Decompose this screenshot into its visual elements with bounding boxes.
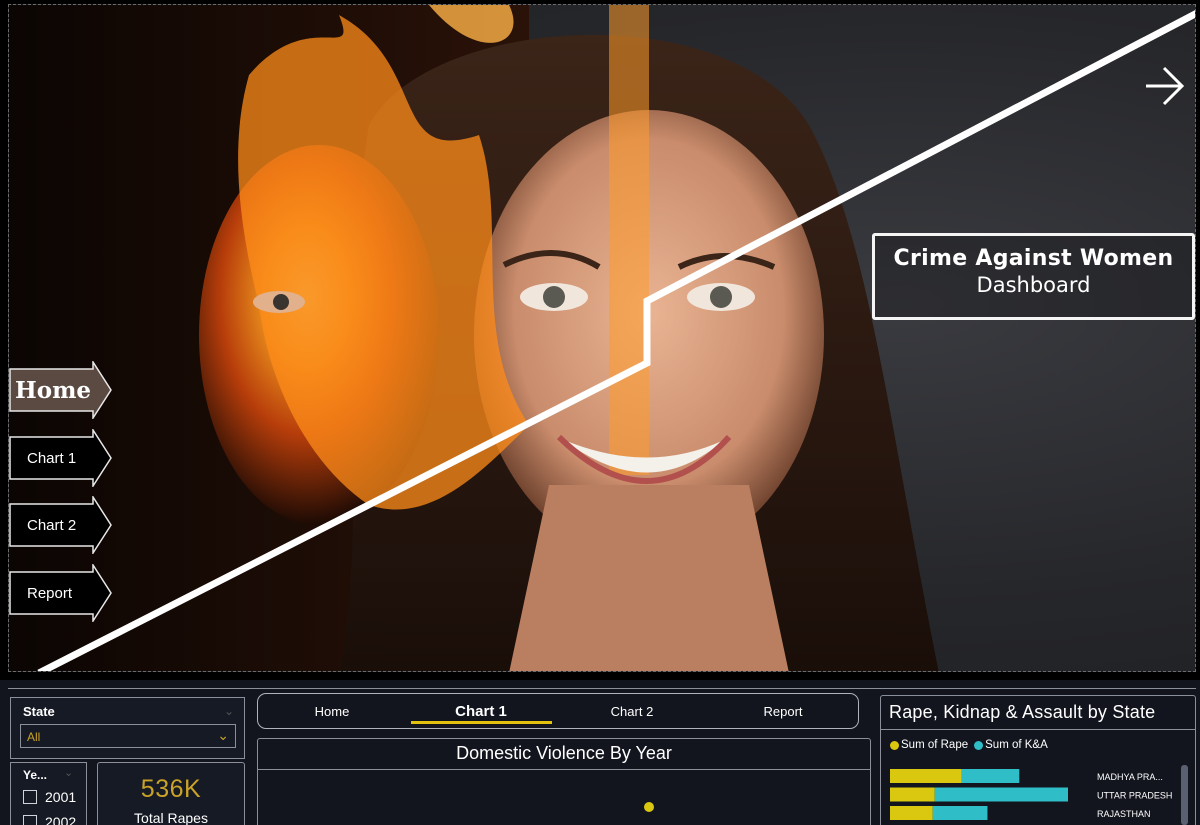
hero-artwork bbox=[9, 5, 939, 671]
chevron-down-icon[interactable]: ⌄ bbox=[64, 766, 73, 779]
checkbox[interactable] bbox=[23, 815, 37, 825]
kpi-label: Total Rapes bbox=[134, 810, 208, 825]
bar-segment[interactable] bbox=[890, 806, 933, 820]
nav-home-button[interactable]: Home bbox=[9, 361, 113, 419]
total-rapes-card: 536K Total Rapes bbox=[97, 762, 245, 825]
year-option-label: 2002 bbox=[45, 814, 77, 825]
state-slicer: State ⌄ All ⌄ bbox=[10, 697, 245, 759]
category-label: RAJASTHAN bbox=[1097, 809, 1151, 819]
hero-image-frame bbox=[8, 4, 1196, 672]
data-point[interactable] bbox=[644, 802, 654, 812]
year-option[interactable]: 2001 bbox=[23, 789, 76, 805]
nav-report-label: Report bbox=[27, 584, 73, 602]
year-slicer-title: Ye... bbox=[23, 768, 48, 782]
legend-label: Sum of K&A bbox=[985, 739, 1048, 751]
active-tab-indicator bbox=[411, 721, 552, 724]
arrow-right-icon[interactable] bbox=[1140, 62, 1188, 110]
dashboard-subtitle: Dashboard bbox=[976, 273, 1091, 297]
divider bbox=[881, 729, 1195, 730]
page-tab-bar: Home Chart 1 Chart 2 Report bbox=[257, 693, 859, 729]
nav-chart1-label: Chart 1 bbox=[27, 449, 77, 467]
tab-report[interactable]: Report bbox=[708, 694, 858, 728]
nav-chart2-label: Chart 2 bbox=[27, 516, 77, 534]
category-label: MADHYA PRA... bbox=[1097, 772, 1163, 782]
hero-banner: Crime Against Women Dashboard Home Chart… bbox=[0, 0, 1200, 680]
bar-segment[interactable] bbox=[961, 769, 1020, 783]
state-bar-chart: Rape, Kidnap & Assault by State Sum of R… bbox=[880, 695, 1196, 825]
nav-report-button[interactable]: Report bbox=[9, 564, 113, 622]
legend-label: Sum of Rape bbox=[901, 739, 969, 751]
state-dropdown-value: All bbox=[27, 730, 41, 744]
nav-chart2-button[interactable]: Chart 2 bbox=[9, 496, 113, 554]
bar-segment[interactable] bbox=[934, 787, 1068, 802]
chevron-down-icon[interactable]: ⌄ bbox=[224, 704, 234, 718]
dashboard-panel: State ⌄ All ⌄ Ye... ⌄ 2001 2002 536K Tot… bbox=[0, 680, 1200, 825]
dashboard-title: Crime Against Women bbox=[893, 246, 1174, 271]
dashboard-title-box: Crime Against Women Dashboard bbox=[872, 233, 1195, 320]
chevron-down-icon: ⌄ bbox=[217, 727, 229, 743]
domestic-violence-chart: Domestic Violence By Year bbox=[257, 738, 871, 825]
chart-plot-area bbox=[644, 802, 654, 812]
legend-marker bbox=[890, 740, 899, 750]
year-slicer: Ye... ⌄ 2001 2002 bbox=[10, 762, 87, 825]
chart-legend: Sum of Rape Sum of K&A bbox=[890, 739, 1050, 751]
chart-title: Rape, Kidnap & Assault by State bbox=[889, 702, 1156, 722]
legend-marker bbox=[974, 740, 984, 750]
divider bbox=[8, 688, 1196, 689]
bar-segment[interactable] bbox=[890, 787, 935, 802]
legend-item[interactable]: Sum of K&A bbox=[974, 739, 1048, 751]
legend-item[interactable]: Sum of Rape bbox=[890, 739, 968, 751]
chart-title: Domestic Violence By Year bbox=[456, 743, 672, 763]
state-slicer-title: State bbox=[23, 704, 55, 719]
kpi-value: 536K bbox=[140, 775, 202, 803]
tab-home[interactable]: Home bbox=[258, 694, 406, 728]
chart-scrollbar[interactable] bbox=[1181, 765, 1188, 825]
nav-chart1-button[interactable]: Chart 1 bbox=[9, 429, 113, 487]
year-option-label: 2001 bbox=[45, 789, 77, 805]
bar-segment[interactable] bbox=[890, 769, 962, 783]
category-label: UTTAR PRADESH bbox=[1097, 791, 1172, 801]
checkbox[interactable] bbox=[23, 790, 37, 804]
bar-chart-plot: MADHYA PRA... UTTAR PRADESH RAJASTHAN bbox=[890, 769, 1172, 820]
year-option[interactable]: 2002 bbox=[23, 814, 76, 825]
nav-home-label: Home bbox=[15, 376, 92, 404]
state-dropdown[interactable]: All ⌄ bbox=[20, 724, 236, 748]
tab-chart-2[interactable]: Chart 2 bbox=[556, 694, 708, 728]
bar-segment[interactable] bbox=[932, 806, 988, 820]
